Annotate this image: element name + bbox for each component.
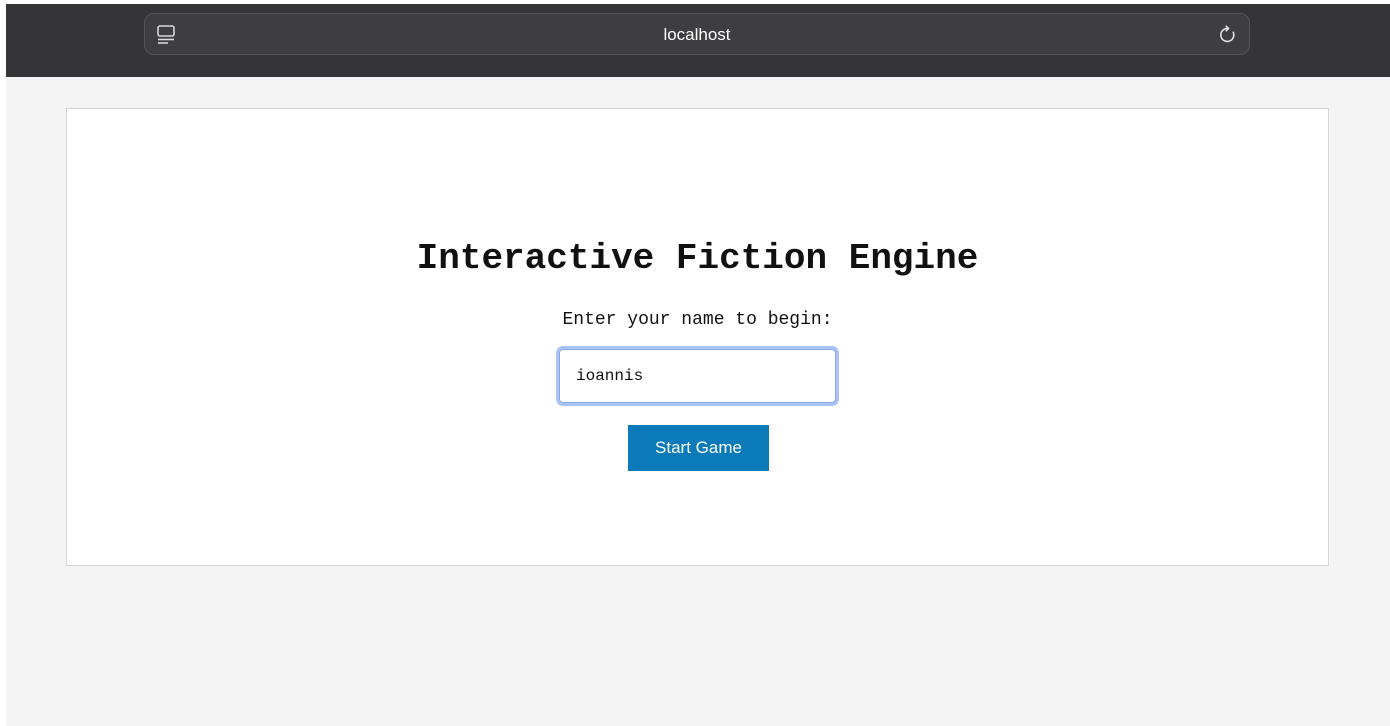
name-prompt: Enter your name to begin: [562,310,833,330]
page-title: Interactive Fiction Engine [416,238,979,279]
name-input[interactable] [559,349,836,403]
address-bar[interactable]: localhost [144,13,1250,55]
page-content: Interactive Fiction Engine Enter your na… [6,77,1390,726]
start-card: Interactive Fiction Engine Enter your na… [66,108,1329,566]
address-bar-url: localhost [663,25,731,44]
start-game-button[interactable]: Start Game [628,425,769,471]
browser-window: localhost Interactive Fiction Engine Ent… [6,4,1390,726]
browser-toolbar: localhost [6,4,1390,77]
reload-icon[interactable] [1217,24,1239,46]
